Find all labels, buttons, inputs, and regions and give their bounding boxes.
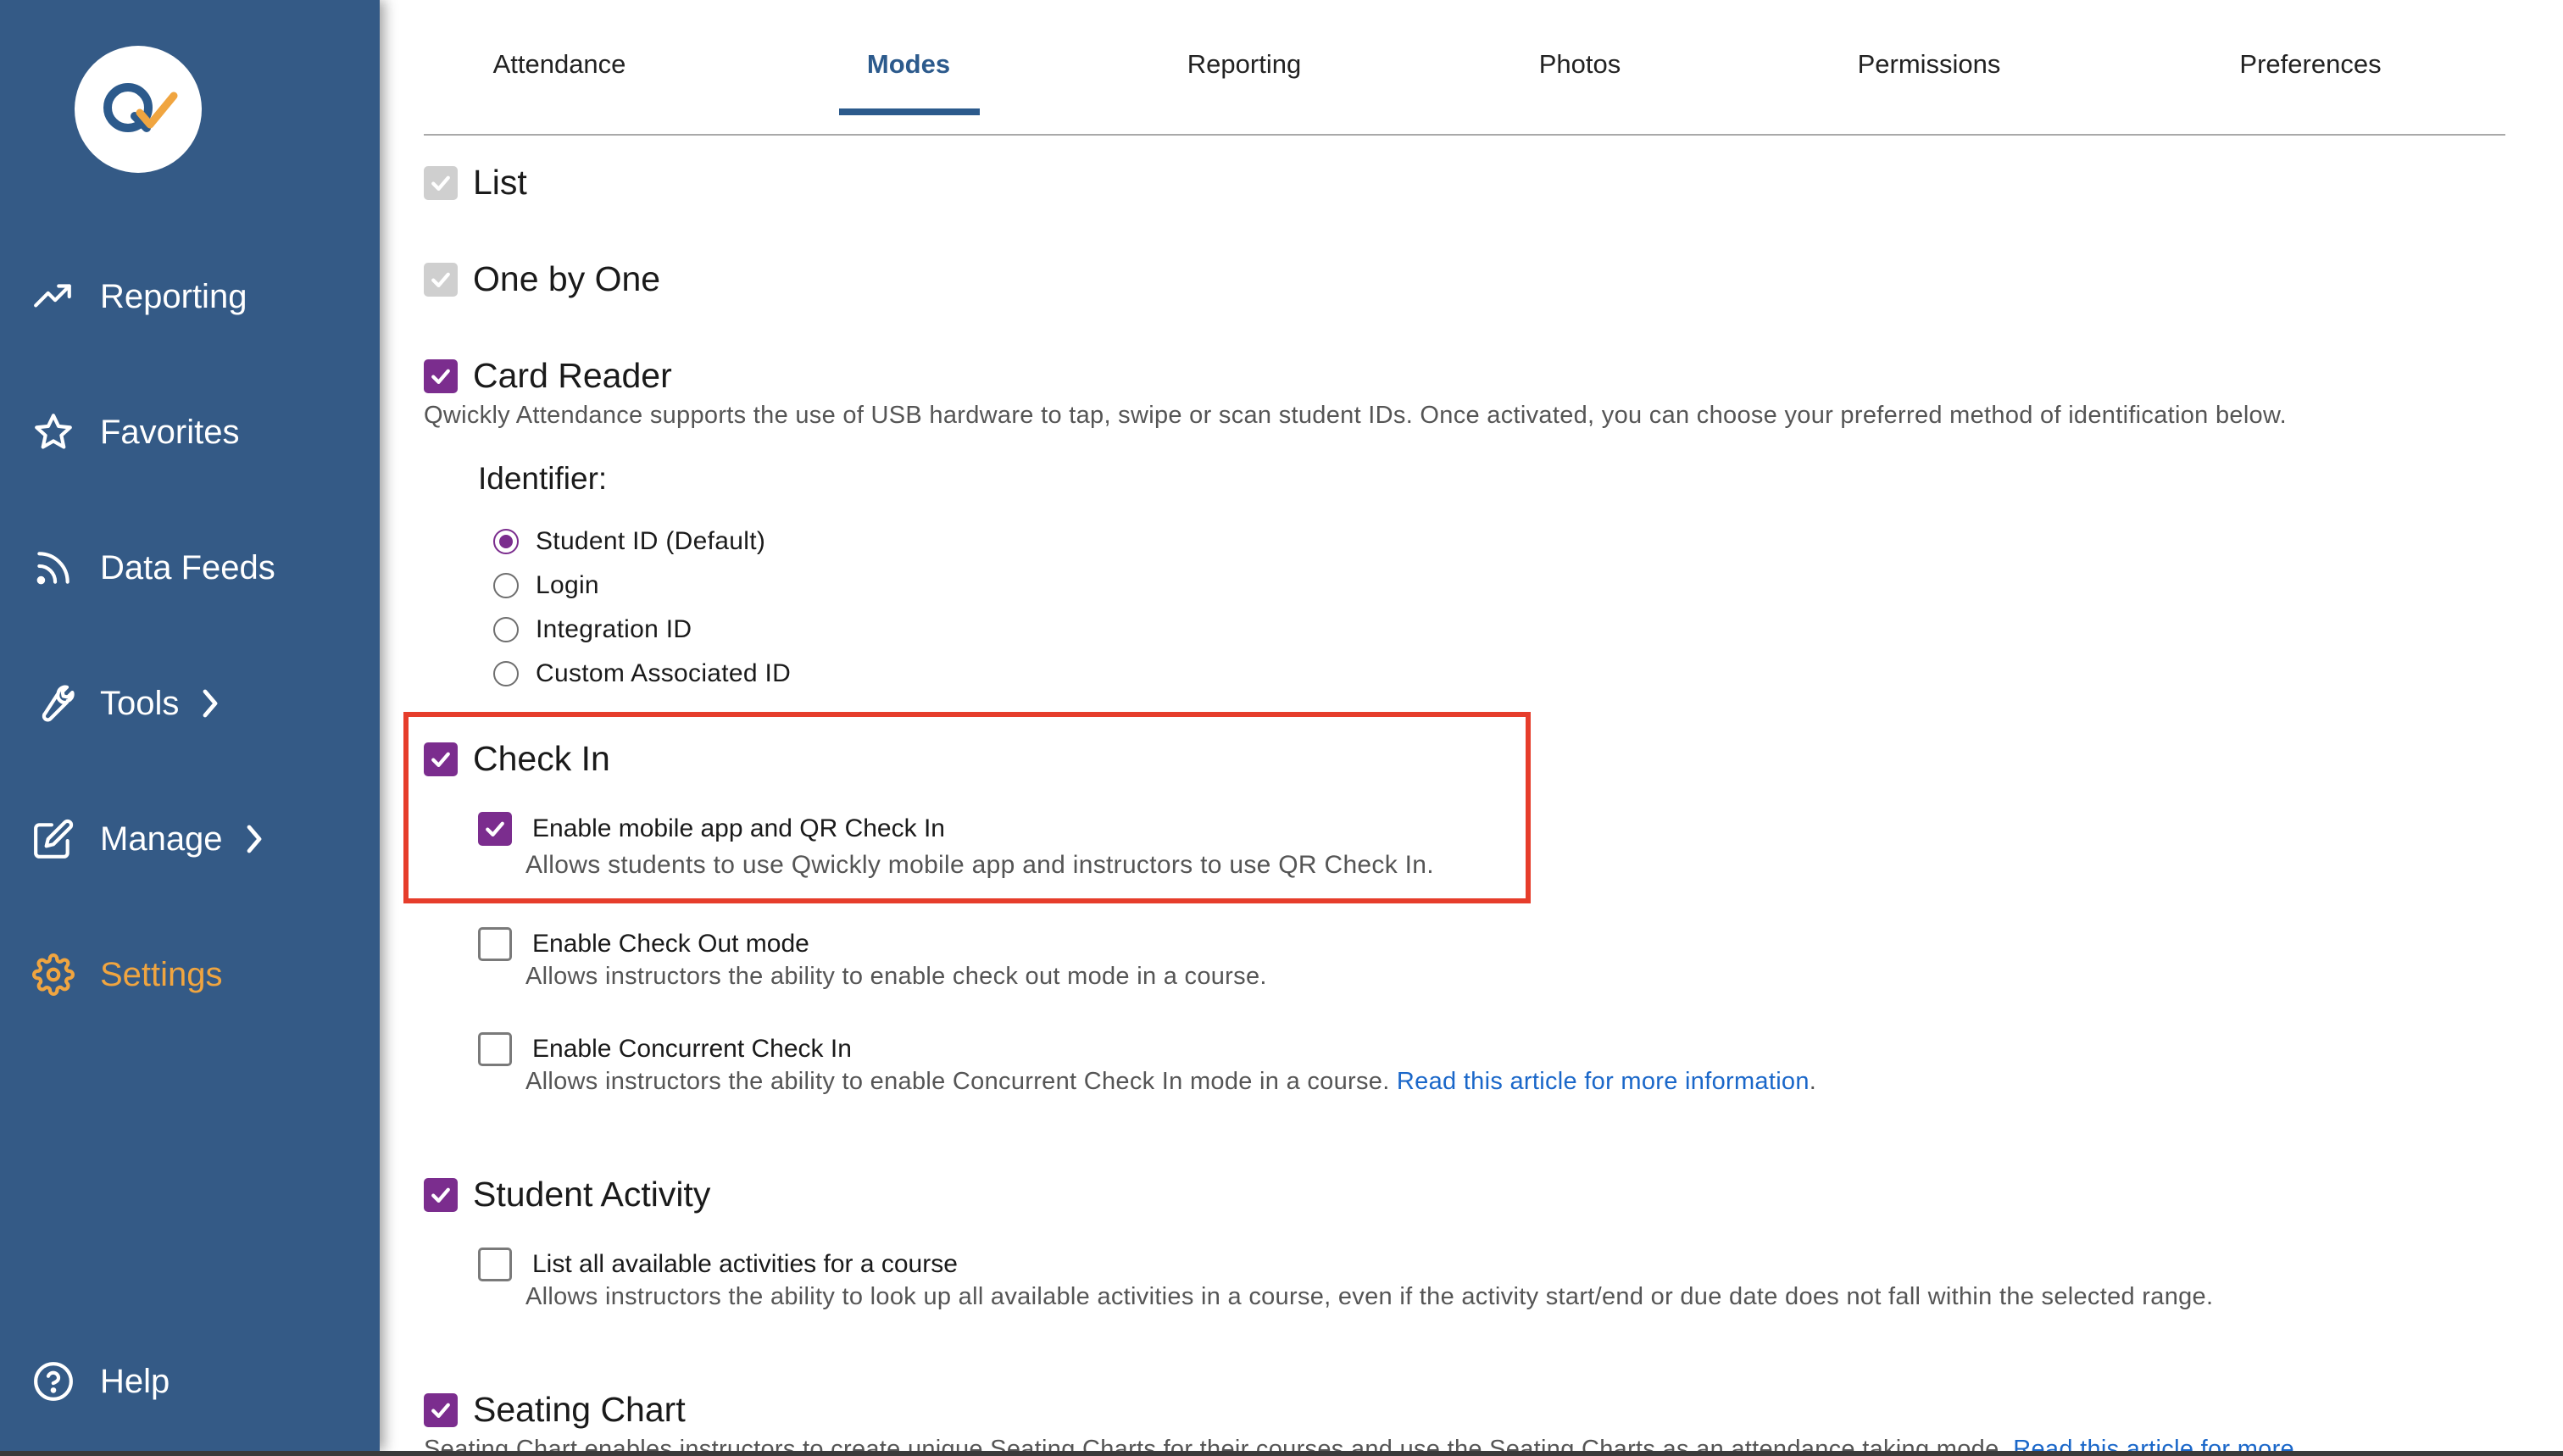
sidebar-item-label: Favorites: [100, 413, 240, 451]
mobile-qr-checkbox[interactable]: [478, 812, 512, 846]
sidebar-item-label: Tools: [100, 684, 180, 722]
option-concurrent-check-in: Enable Concurrent Check In: [478, 1032, 852, 1066]
student-activity-checkbox[interactable]: [424, 1177, 458, 1212]
list-checkbox[interactable]: [424, 165, 458, 200]
check-icon: [431, 272, 450, 287]
sidebar-item-label: Manage: [100, 820, 223, 858]
option-label: Enable Concurrent Check In: [532, 1035, 852, 1063]
settings-tabs: Attendance Modes Reporting Photos Permis…: [424, 0, 2505, 136]
sidebar-item-tools[interactable]: Tools: [31, 670, 370, 737]
sidebar-item-manage[interactable]: Manage: [31, 805, 370, 873]
identifier-option-custom-id[interactable]: Custom Associated ID: [493, 659, 791, 688]
mode-label: Card Reader: [473, 356, 672, 395]
sidebar-item-reporting[interactable]: Reporting: [31, 263, 370, 331]
option-label: Enable Check Out mode: [532, 930, 809, 958]
mode-label: Student Activity: [473, 1175, 711, 1214]
radio-button[interactable]: [493, 573, 519, 598]
mode-label: One by One: [473, 259, 661, 298]
option-description: Allows instructors the ability to enable…: [525, 1068, 1816, 1096]
identifier-option-integration-id[interactable]: Integration ID: [493, 615, 692, 644]
check-in-checkbox[interactable]: [424, 742, 458, 776]
seating-chart-description: Seating Chart enables instructors to cre…: [424, 1436, 2294, 1451]
logo-icon: [103, 83, 178, 132]
help-circle-icon: [31, 1359, 76, 1404]
sidebar-item-label: Reporting: [100, 277, 247, 315]
sidebar-item-help[interactable]: Help: [31, 1348, 370, 1415]
sidebar-item-favorites[interactable]: Favorites: [31, 398, 370, 466]
active-tab-indicator: [839, 108, 980, 115]
identifier-option-login[interactable]: Login: [493, 571, 599, 600]
sidebar: Reporting Favorites Data Feeds Tools Man…: [0, 0, 380, 1451]
radio-button[interactable]: [493, 529, 519, 554]
sidebar-item-settings[interactable]: Settings: [31, 941, 370, 1009]
option-description: Allows instructors the ability to look u…: [525, 1283, 2214, 1310]
gear-icon: [31, 952, 76, 998]
option-list-activities: List all available activities for a cour…: [478, 1248, 958, 1281]
read-article-link[interactable]: Read this article for more information: [1397, 1068, 1810, 1095]
check-icon: [431, 1403, 450, 1418]
option-label: Enable mobile app and QR Check In: [532, 814, 945, 842]
check-icon: [431, 1187, 450, 1203]
radio-button[interactable]: [493, 617, 519, 642]
check-icon: [431, 175, 450, 191]
option-description: Allows students to use Qwickly mobile ap…: [525, 851, 1434, 879]
check-icon: [431, 369, 450, 384]
sidebar-item-label: Settings: [100, 955, 223, 993]
mode-student-activity: Student Activity: [424, 1175, 710, 1214]
sidebar-item-label: Help: [100, 1362, 170, 1400]
check-icon: [431, 752, 450, 767]
option-mobile-qr-check-in: Enable mobile app and QR Check In: [478, 812, 945, 846]
option-check-out-mode: Enable Check Out mode: [478, 927, 809, 961]
sidebar-item-data-feeds[interactable]: Data Feeds: [31, 534, 370, 602]
option-description: Allows instructors the ability to enable…: [525, 963, 1267, 990]
check-out-checkbox[interactable]: [478, 927, 512, 961]
mode-card-reader: Card Reader: [424, 356, 672, 396]
mode-label: Seating Chart: [473, 1390, 686, 1429]
star-icon: [31, 409, 76, 455]
seating-chart-checkbox[interactable]: [424, 1392, 458, 1427]
radio-label: Login: [536, 571, 599, 599]
concurrent-check-in-checkbox[interactable]: [478, 1032, 512, 1066]
card-reader-description: Qwickly Attendance supports the use of U…: [424, 402, 2287, 429]
rss-icon: [31, 545, 76, 591]
edit-icon: [31, 816, 76, 862]
tab-permissions[interactable]: Permissions: [1858, 49, 2001, 80]
identifier-label: Identifier:: [478, 461, 608, 496]
radio-button[interactable]: [493, 661, 519, 686]
tab-reporting[interactable]: Reporting: [1187, 49, 1301, 80]
radio-label: Integration ID: [536, 615, 692, 643]
mode-label: Check In: [473, 739, 610, 778]
option-label: List all available activities for a cour…: [532, 1250, 958, 1278]
app-window: Reporting Favorites Data Feeds Tools Man…: [0, 0, 2563, 1451]
tab-photos[interactable]: Photos: [1539, 49, 1621, 80]
trend-up-icon: [31, 274, 76, 320]
mode-seating-chart: Seating Chart: [424, 1390, 686, 1430]
tab-modes[interactable]: Modes: [867, 49, 950, 80]
radio-label: Custom Associated ID: [536, 659, 792, 687]
tab-preferences[interactable]: Preferences: [2239, 49, 2381, 80]
tab-attendance[interactable]: Attendance: [493, 49, 626, 80]
main-content: Attendance Modes Reporting Photos Permis…: [380, 0, 2563, 1451]
qwickly-logo[interactable]: [75, 46, 202, 173]
link-suffix: .: [1809, 1068, 1817, 1095]
card-reader-checkbox[interactable]: [424, 358, 458, 393]
sidebar-item-label: Data Feeds: [100, 548, 275, 586]
radio-label: Student ID (Default): [536, 527, 766, 555]
identifier-option-student-id[interactable]: Student ID (Default): [493, 527, 765, 556]
check-icon: [486, 821, 504, 836]
chevron-right-icon: [199, 686, 225, 720]
seating-chart-article-link[interactable]: Read this article for more: [2013, 1436, 2294, 1451]
chevron-right-icon: [243, 822, 269, 856]
mode-label: List: [473, 163, 527, 202]
description-text: Seating Chart enables instructors to cre…: [424, 1436, 2006, 1451]
mode-one-by-one: One by One: [424, 259, 660, 299]
description-text: Allows instructors the ability to enable…: [525, 1068, 1390, 1095]
one-by-one-checkbox[interactable]: [424, 262, 458, 297]
mode-check-in: Check In: [424, 739, 610, 779]
list-activities-checkbox[interactable]: [478, 1248, 512, 1281]
wrench-icon: [31, 681, 76, 726]
mode-list: List: [424, 163, 527, 203]
